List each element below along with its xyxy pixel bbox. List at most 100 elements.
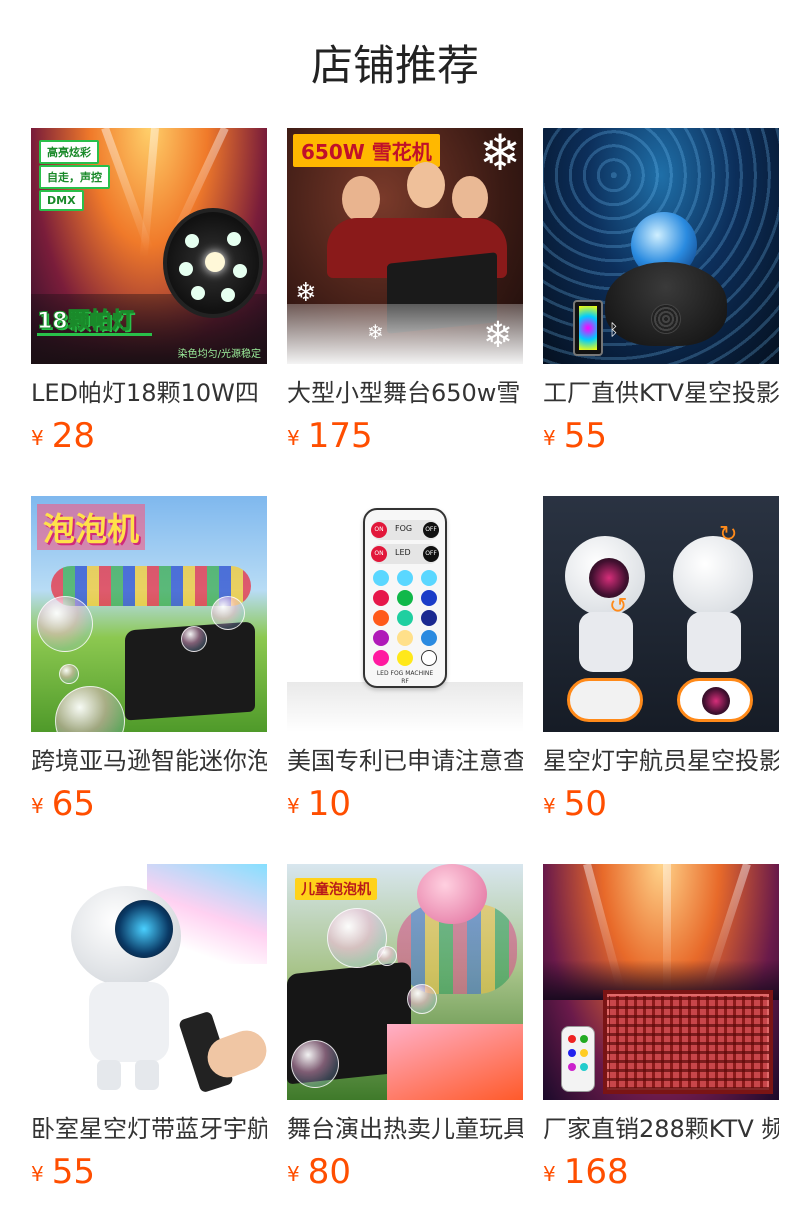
snowflake-icon: ❄ bbox=[367, 320, 384, 344]
product-card-9[interactable]: 厂家直销288颗KTV 频 ¥168 bbox=[543, 864, 779, 1198]
fog-on-button: ON bbox=[371, 522, 387, 538]
rotate-arrow-icon: ↺ bbox=[609, 594, 628, 619]
led-row: ON LED OFF bbox=[371, 544, 439, 564]
badge-bright: 高亮炫彩 bbox=[39, 140, 99, 164]
product-price: ¥80 bbox=[287, 1152, 523, 1198]
badge-dmx: DMX bbox=[39, 190, 84, 211]
corner-caption: 染色均匀/光源稳定 bbox=[177, 349, 261, 360]
product-title[interactable]: 星空灯宇航员星空投影 bbox=[543, 746, 779, 776]
astronaut-body bbox=[579, 612, 633, 672]
model-face bbox=[407, 162, 445, 208]
product-card-3[interactable]: ᛒ 工厂直供KTV星空投影 ¥55 bbox=[543, 128, 779, 462]
fog-label: FOG bbox=[395, 524, 413, 533]
currency-symbol: ¥ bbox=[287, 426, 300, 450]
product-title[interactable]: 厂家直销288颗KTV 频 bbox=[543, 1114, 779, 1144]
product-card-7[interactable]: 卧室星空灯带蓝牙宇航 ¥55 bbox=[31, 864, 267, 1198]
led-on-button: ON bbox=[371, 546, 387, 562]
price-amount: 10 bbox=[307, 784, 351, 824]
price-amount: 65 bbox=[51, 784, 95, 824]
astronaut-visor bbox=[589, 558, 629, 598]
price-amount: 168 bbox=[563, 1152, 629, 1192]
badge-sound: 自走，声控 bbox=[39, 165, 110, 189]
price-amount: 55 bbox=[563, 416, 607, 456]
product-card-5[interactable]: ON FOG OFF ON LED OFF LED FOG MACHINE RF… bbox=[287, 496, 523, 830]
product-price: ¥50 bbox=[543, 784, 779, 830]
remote-icon bbox=[561, 1026, 595, 1092]
model-face bbox=[342, 176, 380, 222]
product-card-1[interactable]: 高亮炫彩 自走，声控 DMX 18颗帕灯 染色均匀/光源稳定 LED帕灯18颗1… bbox=[31, 128, 267, 462]
currency-symbol: ¥ bbox=[543, 1162, 556, 1186]
product-price: ¥65 bbox=[31, 784, 267, 830]
bubble bbox=[407, 984, 437, 1014]
product-title[interactable]: 舞台演出热卖儿童玩具 bbox=[287, 1114, 523, 1144]
light-ray bbox=[139, 128, 159, 258]
remote-model-label: LED FOG MACHINE bbox=[376, 670, 434, 677]
product-card-2[interactable]: 650W 雪花机 ❄ ❄ ❄ ❄ 大型小型舞台650w雪 ¥175 bbox=[287, 128, 523, 462]
remote-control: ON FOG OFF ON LED OFF LED FOG MACHINE RF bbox=[363, 508, 447, 688]
snowflake-icon: ❄ bbox=[295, 278, 317, 308]
astronaut-visor bbox=[115, 900, 173, 958]
par-light-body bbox=[163, 208, 263, 318]
product-title[interactable]: LED帕灯18颗10W四 bbox=[31, 378, 267, 408]
product-price: ¥175 bbox=[287, 416, 523, 462]
product-title[interactable]: 工厂直供KTV星空投影 bbox=[543, 378, 779, 408]
product-title[interactable]: 大型小型舞台650w雪 bbox=[287, 378, 523, 408]
model-face bbox=[452, 176, 488, 220]
astronaut-leg bbox=[97, 1060, 121, 1090]
product-image-3[interactable]: ᛒ bbox=[543, 128, 779, 364]
product-title[interactable]: 美国专利已申请注意查 bbox=[287, 746, 523, 776]
product-image-7[interactable] bbox=[31, 864, 267, 1100]
currency-symbol: ¥ bbox=[543, 426, 556, 450]
product-price: ¥28 bbox=[31, 416, 267, 462]
currency-symbol: ¥ bbox=[31, 1162, 44, 1186]
rf-label: RF bbox=[401, 678, 409, 685]
product-image-4[interactable]: 泡泡机 bbox=[31, 496, 267, 732]
astronaut-body bbox=[89, 982, 169, 1062]
image-banner: 儿童泡泡机 bbox=[295, 878, 377, 900]
color-overlay bbox=[387, 1024, 523, 1100]
image-caption: 18颗帕灯 bbox=[37, 309, 135, 335]
product-image-2[interactable]: 650W 雪花机 ❄ ❄ ❄ ❄ bbox=[287, 128, 523, 364]
product-price: ¥168 bbox=[543, 1152, 779, 1198]
price-amount: 80 bbox=[307, 1152, 351, 1192]
underline-decor bbox=[37, 333, 152, 336]
shop-recommendation-page: 店铺推荐 高亮炫彩 自走，声控 DMX 18颗帕灯 染色均匀/光源稳定 LED帕… bbox=[0, 0, 790, 1232]
astronaut-head bbox=[673, 536, 753, 616]
image-banner: 650W 雪花机 bbox=[293, 134, 440, 167]
astronaut-body bbox=[687, 612, 741, 672]
rotate-arrow-icon: ↻ bbox=[719, 522, 738, 547]
speaker-grille bbox=[651, 304, 681, 334]
product-title[interactable]: 跨境亚马逊智能迷你泡 bbox=[31, 746, 267, 776]
balloon bbox=[417, 864, 487, 924]
astronaut-leg bbox=[135, 1060, 159, 1090]
fog-off-button: OFF bbox=[423, 522, 439, 538]
strobe-panel bbox=[603, 990, 773, 1094]
bubble bbox=[37, 596, 93, 652]
currency-symbol: ¥ bbox=[287, 794, 300, 818]
currency-symbol: ¥ bbox=[31, 794, 44, 818]
bubble bbox=[55, 686, 125, 732]
product-grid: 高亮炫彩 自走，声控 DMX 18颗帕灯 染色均匀/光源稳定 LED帕灯18颗1… bbox=[0, 0, 790, 1232]
product-title[interactable]: 卧室星空灯带蓝牙宇航 bbox=[31, 1114, 267, 1144]
image-banner: 泡泡机 bbox=[37, 504, 146, 550]
currency-symbol: ¥ bbox=[31, 426, 44, 450]
product-image-8[interactable]: 儿童泡泡机 bbox=[287, 864, 523, 1100]
product-image-9[interactable] bbox=[543, 864, 779, 1100]
bubble bbox=[211, 596, 245, 630]
price-amount: 175 bbox=[307, 416, 373, 456]
phone-icon bbox=[573, 300, 603, 356]
product-image-1[interactable]: 高亮炫彩 自走，声控 DMX 18颗帕灯 染色均匀/光源稳定 bbox=[31, 128, 267, 364]
product-card-8[interactable]: 儿童泡泡机 舞台演出热卖儿童玩具 ¥80 bbox=[287, 864, 523, 1198]
price-amount: 28 bbox=[51, 416, 95, 456]
product-image-5[interactable]: ON FOG OFF ON LED OFF LED FOG MACHINE RF bbox=[287, 496, 523, 732]
fog-row: ON FOG OFF bbox=[371, 520, 439, 540]
price-amount: 55 bbox=[51, 1152, 95, 1192]
product-price: ¥55 bbox=[543, 416, 779, 462]
detail-bottom bbox=[567, 678, 643, 722]
product-image-6[interactable]: ↻ ↺ bbox=[543, 496, 779, 732]
bubble bbox=[291, 1040, 339, 1088]
product-card-4[interactable]: 泡泡机 跨境亚马逊智能迷你泡 ¥65 bbox=[31, 496, 267, 830]
currency-symbol: ¥ bbox=[543, 794, 556, 818]
product-card-6[interactable]: ↻ ↺ 星空灯宇航员星空投影 ¥50 bbox=[543, 496, 779, 830]
bubble bbox=[181, 626, 207, 652]
